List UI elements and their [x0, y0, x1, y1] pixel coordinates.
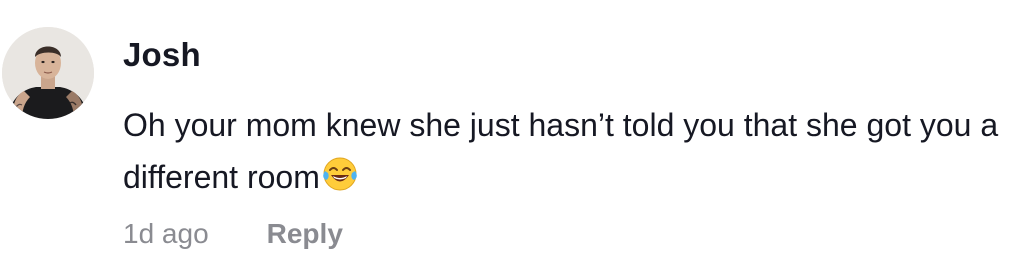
comment-text: Oh your mom knew she just hasn’t told yo…	[123, 99, 1003, 203]
reply-button[interactable]: Reply	[267, 218, 343, 250]
comment-text-content: Oh your mom knew she just hasn’t told yo…	[123, 107, 999, 195]
comment-username[interactable]: Josh	[123, 36, 201, 74]
comment-timestamp: 1d ago	[123, 218, 209, 249]
comment-meta: 1d ago Reply	[123, 214, 343, 254]
avatar[interactable]	[2, 27, 94, 119]
comment-item: Josh Oh your mom knew she just hasn’t to…	[0, 0, 1024, 261]
face-with-tears-of-joy-icon	[322, 156, 358, 192]
